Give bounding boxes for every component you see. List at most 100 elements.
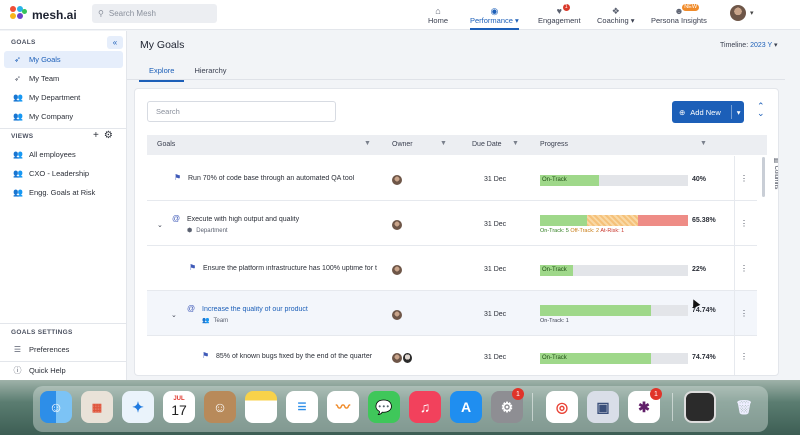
sidebar-item-my-department[interactable]: 👥 My Department [4,89,123,106]
music-icon[interactable]: ♫ [409,391,441,423]
timeline-selector[interactable]: Timeline: 2023 Y ▾ [720,41,778,49]
progress-percent: 22% [692,266,707,273]
freeform-icon[interactable]: 〰 [327,391,359,423]
table-row[interactable]: ⚑ Run 70% of code base through an automa… [147,156,757,201]
more-options-icon[interactable]: ⋮ [740,352,748,361]
sidebar-item-cxo-leadership[interactable]: 👥 CXO - Leadership [4,165,123,182]
progress-percent: 65.38% [692,217,716,224]
table-row[interactable]: ⌄ @ Execute with high output and quality… [147,201,757,246]
filter-icon[interactable]: ▼ [700,140,707,147]
goal-title[interactable]: Run 70% of code base through an automate… [188,175,388,182]
page-title: My Goals [140,39,185,51]
owner-avatar[interactable] [403,353,412,363]
app-store-icon[interactable]: A [450,391,482,423]
sidebar-item-engg-goals-at-risk[interactable]: 👥 Engg. Goals at Risk [4,184,123,201]
table-row[interactable]: ⚑ Ensure the platform infrastructure has… [147,246,757,291]
flag-icon: ⚑ [202,351,210,360]
progress-bar-segmented [540,215,688,226]
goal-title[interactable]: Increase the quality of our product [202,306,382,313]
chrome-icon[interactable]: ◎ [546,391,578,423]
filter-icon[interactable]: ▼ [364,140,371,147]
owner-avatar[interactable] [392,353,402,363]
sliders-icon: ☰ [13,345,22,354]
expand-collapse-icon[interactable]: ⌃ ⌄ [757,102,765,118]
contacts-icon[interactable]: ☺ [204,391,236,423]
search-icon: ⚲ [98,9,104,18]
people-icon: 👥 [13,93,23,102]
progress-fill [540,305,651,316]
progress-bar: On-Track [540,265,688,276]
owner-avatar[interactable] [392,310,402,320]
chevron-down-icon: ▾ [736,107,741,117]
owner-avatar[interactable] [392,220,402,230]
sidebar-item-my-team[interactable]: ➶ My Team [4,70,123,87]
reminders-icon[interactable]: ☰ [286,391,318,423]
finder-icon[interactable]: ☺ [40,391,72,423]
due-date: 31 Dec [484,311,507,318]
chevron-down-icon[interactable]: ⌄ [157,221,163,229]
sidebar-item-label: CXO - Leadership [29,169,90,178]
safari-icon[interactable]: ✦ [122,391,154,423]
add-view-icon[interactable]: + [93,130,99,141]
sidebar-item-label: My Company [29,112,74,121]
team-goal-icon: ➶ [14,74,21,83]
trash-icon[interactable]: 🗑 [728,391,760,423]
add-new-button[interactable]: ⊕ Add New ▾ [672,101,744,123]
launchpad-icon[interactable]: ▦ [81,391,113,423]
table-row[interactable]: ⌄ @ Increase the quality of our product … [147,291,757,336]
nav-engagement[interactable]: ♥ 1 Engagement [538,0,581,30]
owner-avatar[interactable] [392,175,402,185]
sidebar-item-quick-help[interactable]: ⓘ Quick Help [4,362,123,379]
window-thumbnail-icon[interactable] [684,391,716,423]
nav-home-label: Home [428,16,449,25]
progress-bar: On-Track [540,353,688,364]
brand-logo[interactable]: mesh.ai [10,6,77,24]
collapse-sidebar-icon[interactable]: « [107,36,123,49]
sidebar-item-all-employees[interactable]: 👥 All employees [4,146,123,163]
columns-label: Columns [773,165,779,190]
global-search-input[interactable]: ⚲ Search Mesh [92,4,217,23]
nav-coaching[interactable]: ❖ Coaching ▾ [597,0,635,30]
sidebar-item-my-goals[interactable]: ➶ My Goals [4,51,123,68]
people-icon: 👥 [13,150,23,159]
chevron-down-icon[interactable]: ▾ [750,9,754,17]
goal-title[interactable]: 85% of known bugs fixed by the end of th… [216,353,386,360]
settings-badge: 1 [512,388,524,400]
nav-home[interactable]: ⌂ Home [428,0,448,30]
more-options-icon[interactable]: ⋮ [740,174,748,183]
nav-performance[interactable]: ◉ Performance ▾ [470,0,519,30]
sidebar-item-preferences[interactable]: ☰ Preferences [4,341,123,358]
nav-persona-insights[interactable]: ☻ NEW Persona Insights [651,0,707,30]
help-icon: ⓘ [13,366,22,375]
sidebar: GOALS « ➶ My Goals ➶ My Team 👥 My Departmen… [0,31,127,380]
chevron-down-icon[interactable]: ⌄ [171,311,177,319]
goal-title[interactable]: Execute with high output and quality [187,216,387,223]
progress-percent: 74.74% [692,354,716,361]
objective-icon: @ [172,214,181,223]
filter-icon[interactable]: ▼ [440,140,447,147]
more-options-icon[interactable]: ⋮ [740,309,748,318]
progress-bar: On-Track [540,175,688,186]
off-track-segment [587,215,638,226]
grid-search-input[interactable]: Search [147,101,336,122]
goal-title[interactable]: Ensure the platform infrastructure has 1… [203,265,383,272]
owner-avatar[interactable] [392,265,402,275]
flag-icon: ⚑ [189,263,197,272]
columns-toggle[interactable]: ▤ Columns [768,157,779,190]
sidebar-item-my-company[interactable]: 👥 My Company [4,108,123,125]
user-avatar[interactable] [730,5,746,21]
more-options-icon[interactable]: ⋮ [740,219,748,228]
gear-icon[interactable]: ⚙ [104,130,113,141]
filter-icon[interactable]: ▼ [512,140,519,147]
columns-icon: ▤ [773,157,779,164]
messages-icon[interactable]: 💬 [368,391,400,423]
on-track-segment [540,215,587,226]
objective-icon: @ [187,304,196,313]
table-row[interactable]: ⚑ 85% of known bugs fixed by the end of … [147,336,757,375]
calendar-icon[interactable]: JUL 17 [163,391,195,423]
vertical-scrollbar[interactable] [762,157,765,197]
notes-icon[interactable] [245,391,277,423]
preview-icon[interactable]: ▣ [587,391,619,423]
more-options-icon[interactable]: ⋮ [740,264,748,273]
progress-bar [540,305,688,316]
